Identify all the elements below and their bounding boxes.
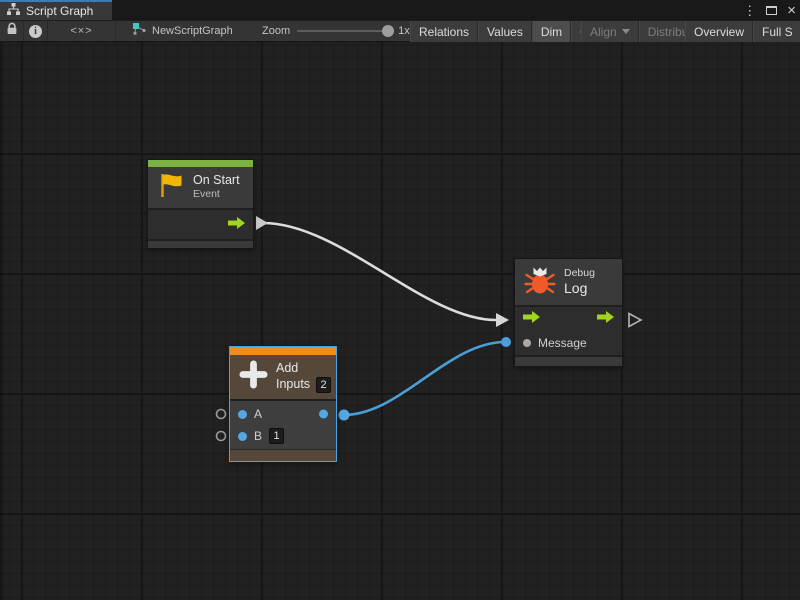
- inputs-count-field[interactable]: 2: [316, 377, 331, 393]
- flow-output-arrow-icon[interactable]: [597, 310, 614, 328]
- node-footer: [230, 449, 336, 461]
- debug-output-port[interactable]: [629, 314, 641, 327]
- tab-bar: Script Graph ⋮ ×: [0, 0, 800, 20]
- port-b-label: B: [254, 429, 262, 443]
- debug-message-port-endpoint[interactable]: [501, 337, 511, 347]
- node-on-start[interactable]: On Start Event: [148, 160, 253, 248]
- graph-hierarchy-icon: [7, 2, 20, 20]
- node-accent-bar: [230, 347, 336, 355]
- zoom-label: Zoom: [262, 25, 290, 37]
- port-b-row: B 1: [230, 425, 336, 447]
- port-a-dot[interactable]: [238, 410, 247, 419]
- graph-canvas[interactable]: On Start Event: [0, 42, 800, 600]
- zoom-value: 1x: [398, 25, 410, 37]
- message-port-row: Message: [515, 331, 622, 355]
- port-b-dot[interactable]: [238, 432, 247, 441]
- add-output-port[interactable]: [339, 410, 350, 421]
- graph-asset-icon: [132, 22, 146, 40]
- window-controls: ⋮ ×: [743, 0, 796, 20]
- toolbar-view-group: Overview Full S: [685, 21, 800, 42]
- edit-source-button[interactable]: <×>: [48, 21, 116, 41]
- node-debug-log[interactable]: Debug Log Message: [515, 259, 622, 366]
- node-ports: [148, 210, 253, 239]
- flow-port-row: [515, 307, 622, 331]
- node-add[interactable]: Add Inputs 2 A B 1: [230, 347, 336, 461]
- lock-icon: [6, 22, 18, 40]
- port-a-label: A: [254, 407, 262, 421]
- script-graph-window: Script Graph ⋮ × i <×>: [0, 0, 800, 600]
- node-header[interactable]: Add Inputs 2: [230, 355, 336, 399]
- zoom-control: Zoom 1x: [262, 21, 410, 41]
- wire-add-to-debug-message[interactable]: [344, 342, 505, 415]
- relations-button[interactable]: Relations: [410, 21, 478, 42]
- node-title: Add: [276, 361, 331, 377]
- inputs-label: Inputs: [276, 377, 310, 393]
- node-subtitle: Event: [193, 188, 240, 202]
- bug-icon: [524, 265, 556, 300]
- connection-layer: [0, 42, 800, 600]
- lock-button[interactable]: [0, 21, 24, 41]
- graph-asset-name: NewScriptGraph: [152, 25, 233, 37]
- node-accent-bar: [148, 160, 253, 167]
- wire-onstart-to-debug[interactable]: [263, 223, 496, 320]
- add-input-a-port[interactable]: [217, 410, 226, 419]
- zoom-slider[interactable]: [297, 30, 389, 32]
- info-button[interactable]: i: [24, 21, 48, 41]
- close-icon[interactable]: ×: [787, 3, 796, 18]
- message-port-label: Message: [538, 336, 587, 350]
- message-port-dot[interactable]: [523, 339, 531, 347]
- code-brackets-icon: <×>: [70, 25, 92, 37]
- align-dropdown[interactable]: Align: [581, 21, 639, 42]
- flow-output-arrow-icon[interactable]: [228, 216, 245, 234]
- graph-asset-breadcrumb[interactable]: NewScriptGraph: [132, 21, 233, 41]
- port-a-row: A: [230, 403, 336, 425]
- full-screen-button[interactable]: Full S: [753, 21, 800, 42]
- zoom-slider-handle[interactable]: [382, 25, 394, 37]
- tab-script-graph[interactable]: Script Graph: [0, 0, 112, 20]
- node-footer: [515, 357, 622, 366]
- chevron-down-icon: [622, 29, 630, 34]
- node-title: Debug: [564, 267, 595, 281]
- plus-icon: [239, 360, 268, 394]
- flow-input-arrow-icon[interactable]: [523, 310, 540, 328]
- node-ports: A B 1: [230, 401, 336, 449]
- node-subtitle: Log: [564, 280, 595, 297]
- add-input-b-port[interactable]: [217, 432, 226, 441]
- info-icon: i: [29, 25, 42, 38]
- graph-toolbar: i <×> NewScriptGraph Zoom 1x: [0, 20, 800, 42]
- dim-button[interactable]: Dim: [532, 21, 571, 42]
- node-header[interactable]: Debug Log: [515, 259, 622, 305]
- tab-title: Script Graph: [26, 4, 93, 18]
- maximize-icon[interactable]: [766, 6, 777, 15]
- flag-icon: [157, 171, 185, 204]
- node-ports: Message: [515, 307, 622, 355]
- debug-input-arrowhead: [496, 313, 509, 327]
- node-header[interactable]: On Start Event: [148, 167, 253, 208]
- port-b-value-field[interactable]: 1: [269, 428, 284, 444]
- values-button[interactable]: Values: [478, 21, 532, 42]
- node-title: On Start: [193, 173, 240, 189]
- kebab-menu-icon[interactable]: ⋮: [743, 4, 756, 17]
- node-footer: [148, 241, 253, 248]
- onstart-output-port[interactable]: [256, 216, 268, 230]
- overview-button[interactable]: Overview: [685, 21, 753, 42]
- sum-output-dot[interactable]: [319, 410, 328, 419]
